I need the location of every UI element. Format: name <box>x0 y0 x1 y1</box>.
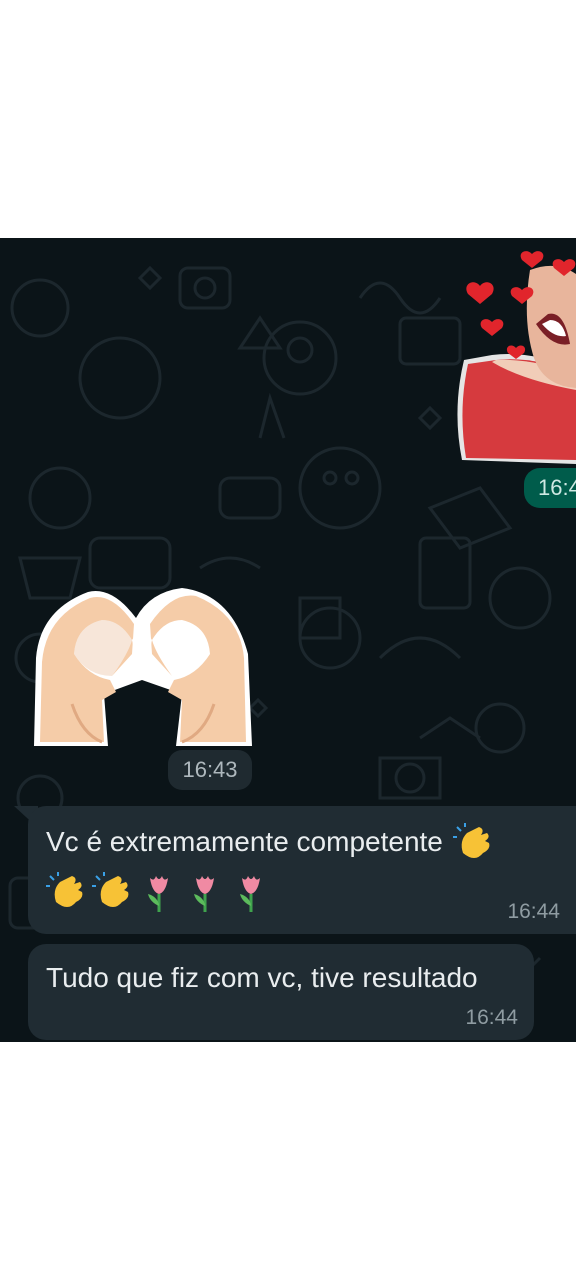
chat-conversation-area[interactable]: 16:4 16:43 Vc é extremamente competente … <box>0 238 576 1042</box>
message-timestamp: 16:44 <box>465 1006 518 1029</box>
message-timestamp: 16:44 <box>507 900 560 923</box>
message-text: Tudo que fiz com vc, tive resultado <box>46 962 478 993</box>
outgoing-sticker[interactable] <box>452 240 576 466</box>
message-text: Vc é extremamente competente <box>46 826 443 857</box>
clapping-hands-emoji <box>92 872 129 908</box>
message-timestamp: 16:43 <box>168 750 252 790</box>
heart-hands-sticker[interactable] <box>32 584 254 746</box>
message-timestamp: 16:4 <box>524 468 576 508</box>
clapping-hands-emoji <box>453 823 495 870</box>
clapping-hands-emoji <box>46 872 83 908</box>
tulip-emoji <box>148 876 168 913</box>
tulip-emoji <box>240 876 260 913</box>
incoming-message-bubble[interactable]: Tudo que fiz com vc, tive resultado 16:4… <box>28 944 534 1040</box>
incoming-message-bubble[interactable]: Vc é extremamente competente 16:44 <box>28 806 576 934</box>
tulip-emoji <box>194 876 214 913</box>
